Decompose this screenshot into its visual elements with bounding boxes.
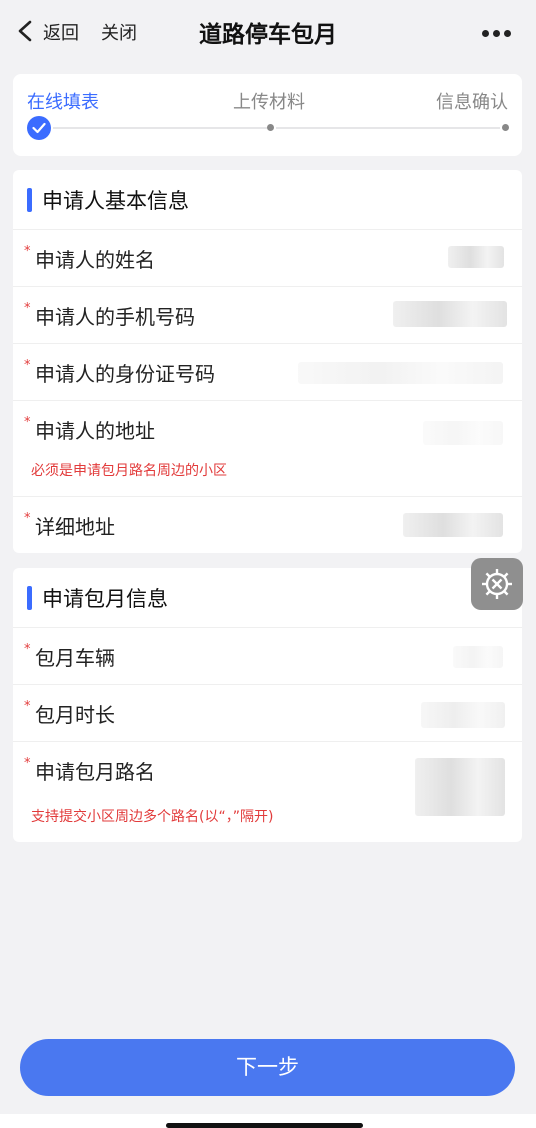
gear-tool-icon xyxy=(482,569,512,599)
form-row-road-name[interactable]: * 申请包月路名 支持提交小区周边多个路名(以“，”隔开) xyxy=(13,742,522,842)
section-title: 申请包月信息 xyxy=(42,587,168,611)
form-row-duration[interactable]: * 包月时长 xyxy=(13,685,522,742)
applicant-info-card: 申请人基本信息 * 申请人的姓名 * 申请人的手机号码 * 申请人的身份证号码 … xyxy=(13,170,522,553)
field-label: 申请人的手机号码 xyxy=(35,305,195,329)
form-row-id-number[interactable]: * 申请人的身份证号码 xyxy=(13,344,522,401)
field-label: 申请人的地址 xyxy=(35,419,155,443)
page-title: 道路停车包月 xyxy=(199,22,337,48)
step-dot-upload xyxy=(267,124,274,131)
field-label: 申请包月路名 xyxy=(35,760,155,784)
step-connector xyxy=(53,127,267,129)
more-horizontal-icon[interactable] xyxy=(482,30,512,38)
section-accent-bar xyxy=(27,188,32,212)
required-mark: * xyxy=(24,699,31,714)
field-hint: 支持提交小区周边多个路名(以“，”隔开) xyxy=(31,809,274,825)
required-mark: * xyxy=(24,511,31,526)
section-title: 申请人基本信息 xyxy=(42,189,189,213)
field-label: 申请人的身份证号码 xyxy=(35,362,215,386)
monthly-info-card: 申请包月信息 * 包月车辆 * 包月时长 * 申请包月路名 支持提交小区周边多个… xyxy=(13,568,522,842)
step-label-fill-form: 在线填表 xyxy=(27,92,99,113)
field-label: 包月车辆 xyxy=(35,646,115,670)
form-row-name[interactable]: * 申请人的姓名 xyxy=(13,230,522,287)
form-row-phone[interactable]: * 申请人的手机号码 xyxy=(13,287,522,344)
section-header: 申请人基本信息 xyxy=(13,170,522,230)
check-circle-icon xyxy=(27,116,51,140)
step-connector xyxy=(276,127,500,129)
form-row-address[interactable]: * 申请人的地址 必须是申请包月路名周边的小区 xyxy=(13,401,522,497)
section-header: 申请包月信息 xyxy=(13,568,522,628)
home-indicator[interactable] xyxy=(166,1123,363,1128)
required-mark: * xyxy=(24,415,31,430)
required-mark: * xyxy=(24,358,31,373)
step-label-upload: 上传材料 xyxy=(233,92,305,113)
step-dot-confirm xyxy=(502,124,509,131)
required-mark: * xyxy=(24,756,31,771)
field-label: 申请人的姓名 xyxy=(35,248,155,272)
redacted-value[interactable] xyxy=(421,702,505,728)
redacted-value[interactable] xyxy=(403,513,503,537)
form-row-vehicle[interactable]: * 包月车辆 xyxy=(13,628,522,685)
field-label: 详细地址 xyxy=(35,515,115,539)
redacted-value[interactable] xyxy=(423,421,503,445)
next-step-button[interactable]: 下一步 xyxy=(20,1039,515,1096)
section-accent-bar xyxy=(27,586,32,610)
required-mark: * xyxy=(24,642,31,657)
floating-tool-button[interactable] xyxy=(471,558,523,610)
nav-bar: 返回 关闭 道路停车包月 xyxy=(0,0,536,64)
step-label-confirm: 信息确认 xyxy=(436,92,508,113)
field-label: 包月时长 xyxy=(35,703,115,727)
progress-steps: 在线填表 上传材料 信息确认 xyxy=(13,74,522,156)
required-mark: * xyxy=(24,244,31,259)
required-mark: * xyxy=(24,301,31,316)
form-row-detail-address[interactable]: * 详细地址 xyxy=(13,497,522,553)
field-hint: 必须是申请包月路名周边的小区 xyxy=(31,463,227,479)
redacted-value[interactable] xyxy=(298,362,503,384)
redacted-value[interactable] xyxy=(448,246,504,268)
redacted-value[interactable] xyxy=(453,646,503,668)
redacted-value[interactable] xyxy=(393,301,507,327)
redacted-value[interactable] xyxy=(415,758,505,816)
